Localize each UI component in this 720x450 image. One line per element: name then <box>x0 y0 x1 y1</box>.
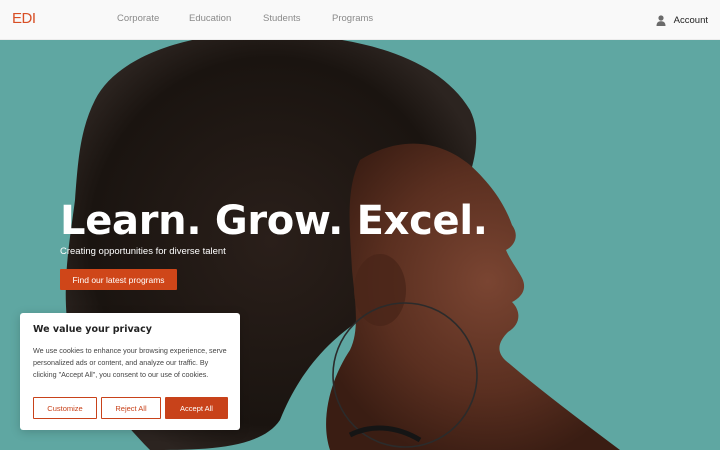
find-programs-button[interactable]: Find our latest programs <box>60 269 177 290</box>
user-icon <box>656 14 666 26</box>
nav-education[interactable]: Education <box>189 12 231 26</box>
logo[interactable]: EDI <box>12 11 36 27</box>
nav-programs[interactable]: Programs <box>332 12 373 26</box>
nav-students[interactable]: Students <box>263 12 301 26</box>
cookie-title: We value your privacy <box>33 324 152 335</box>
top-nav-bar: EDI Corporate Education Students Program… <box>0 0 720 40</box>
account-label: Account <box>673 14 708 26</box>
hero-subheadline: Creating opportunities for diverse talen… <box>60 246 226 257</box>
reject-all-button[interactable]: Reject All <box>101 397 161 419</box>
cookie-description: We use cookies to enhance your browsing … <box>33 346 227 379</box>
nav-corporate[interactable]: Corporate <box>117 12 159 26</box>
accept-all-button[interactable]: Accept All <box>165 397 228 419</box>
customize-button[interactable]: Customize <box>33 397 97 419</box>
hero-headline: Learn. Grow. Excel. <box>60 198 488 244</box>
cookie-consent-banner: We value your privacy We use cookies to … <box>20 313 240 430</box>
account-link[interactable]: Account <box>656 12 708 28</box>
cookie-actions: Customize Reject All Accept All <box>33 397 228 419</box>
